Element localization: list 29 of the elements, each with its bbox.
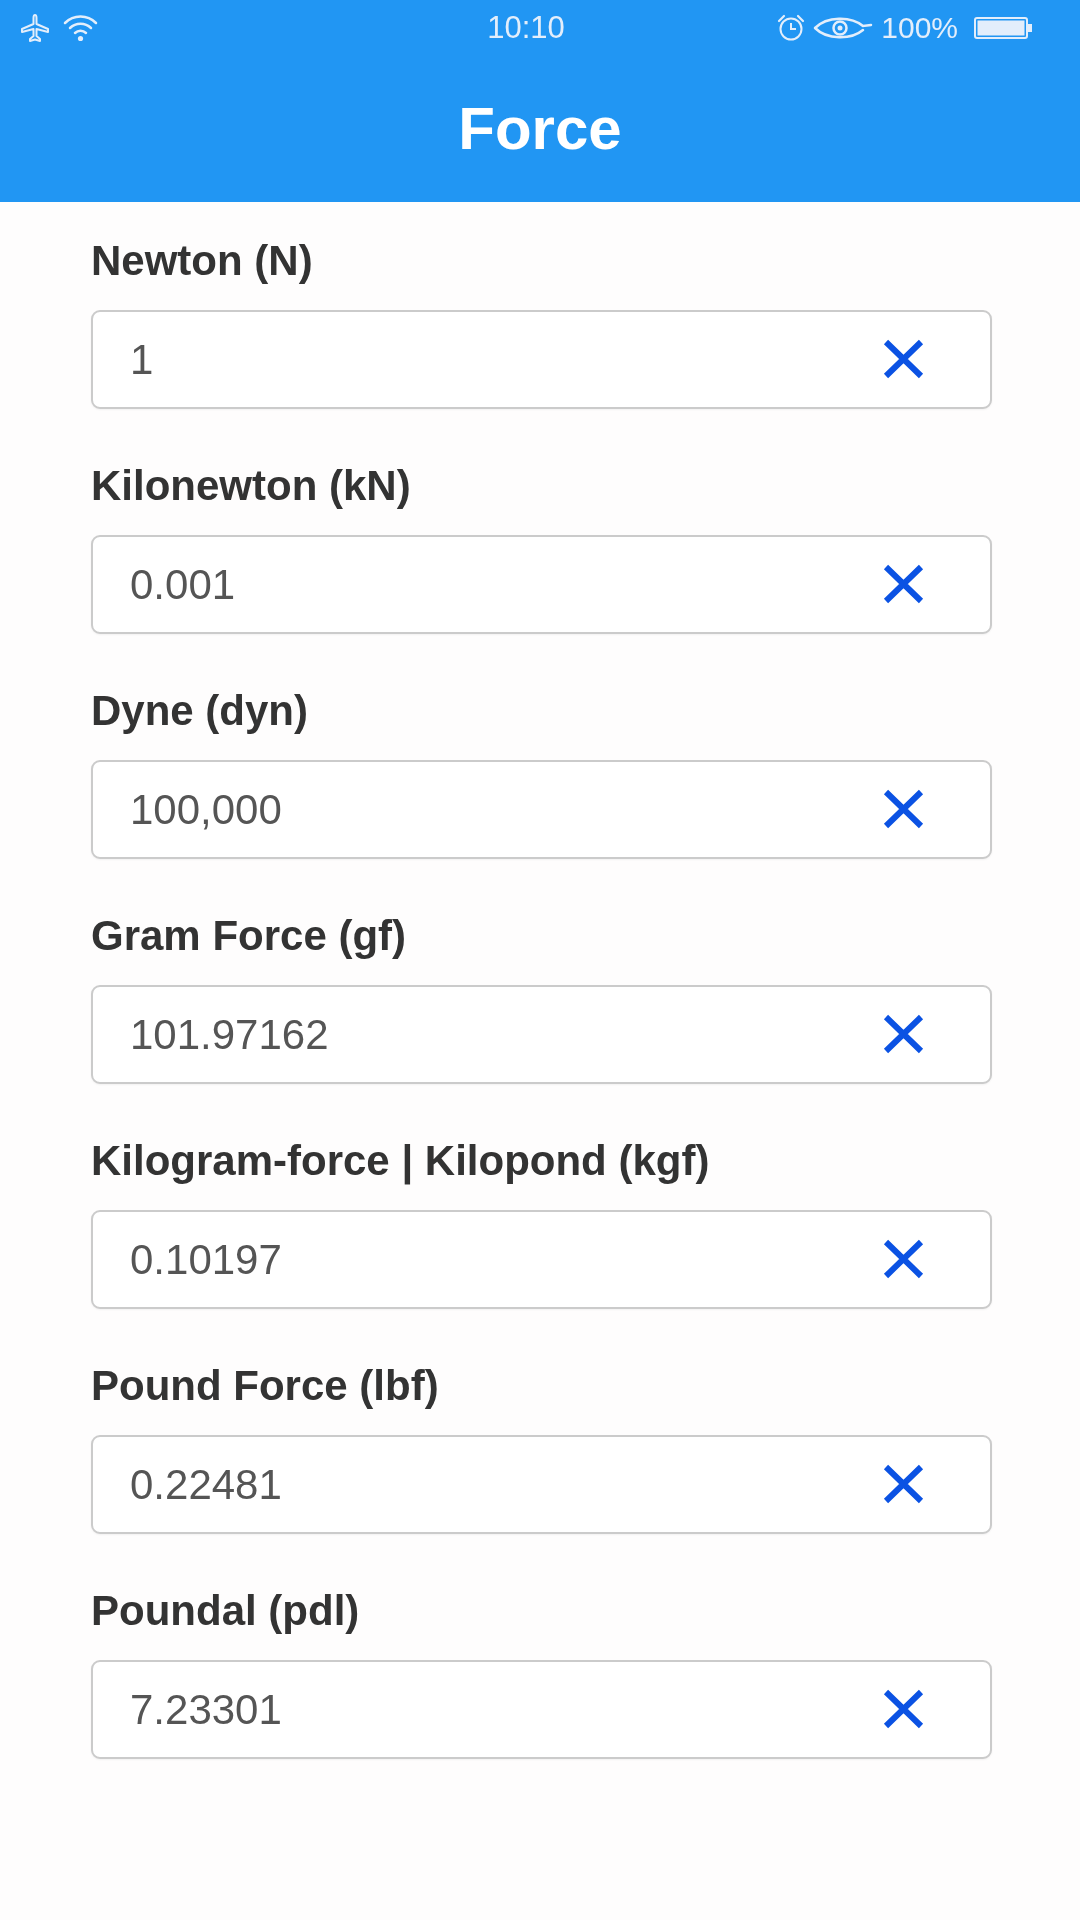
airplane-icon [20,13,50,43]
unit-label: Dyne (dyn) [91,686,309,736]
battery-icon [974,17,1032,39]
input-field[interactable]: 0.001 [91,535,992,634]
input-field[interactable]: 0.10197 [91,1210,992,1309]
clear-icon[interactable] [883,789,924,829]
input-field[interactable]: 7.23301 [91,1660,992,1759]
clear-icon[interactable] [883,564,924,604]
clear-icon[interactable] [883,1014,924,1054]
screen-title: Force [458,94,622,164]
input-field[interactable]: 1 [91,310,992,409]
unit-label: Pound Force (lbf) [91,1361,440,1411]
unit-label: Poundal (pdl) [91,1586,361,1636]
unit-label: Gram Force (gf) [91,911,408,961]
unit-label: Kilonewton (kN) [91,461,412,511]
clear-icon[interactable] [883,1239,924,1279]
clear-icon[interactable] [883,1689,924,1729]
input-field[interactable]: 100,000 [91,760,992,859]
clock-time: 10:10 [487,10,565,46]
clear-icon[interactable] [883,1464,924,1504]
unit-label: Newton (N) [91,236,314,286]
eye-icon [813,15,874,41]
unit-label: Kilogram-force | Kilopond (kgf) [91,1136,711,1187]
wifi-icon [63,14,98,42]
input-field[interactable]: 101.97162 [91,985,992,1084]
battery-percent: 100% [881,11,958,45]
clear-icon[interactable] [883,339,924,379]
alarm-clock-icon [777,14,806,42]
input-field[interactable]: 0.22481 [91,1435,992,1534]
